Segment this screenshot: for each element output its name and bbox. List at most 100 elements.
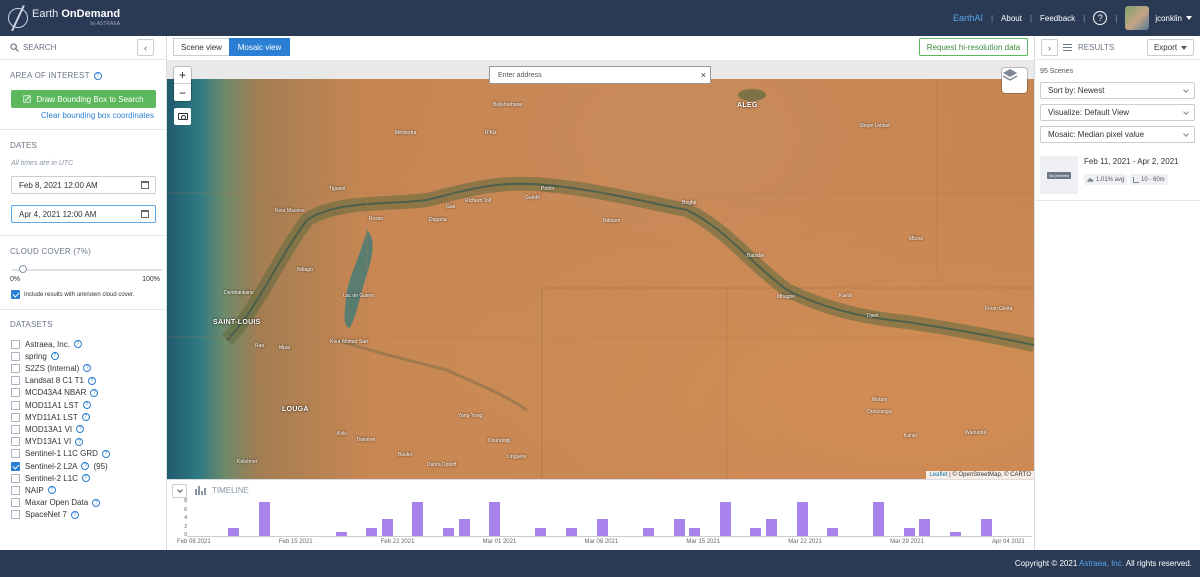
nav-earthai-link[interactable]: EarthAI xyxy=(953,13,983,23)
dataset-item[interactable]: MYD13A1 VI? xyxy=(11,436,84,448)
dataset-checkbox[interactable] xyxy=(11,388,20,398)
include-unknown-checkbox[interactable] xyxy=(11,290,20,299)
timeline-bar[interactable] xyxy=(535,527,547,536)
cloud-cover-slider-track[interactable] xyxy=(12,269,162,271)
help-icon[interactable]: ? xyxy=(50,352,59,361)
calendar-icon[interactable] xyxy=(141,210,149,218)
dataset-item[interactable]: Sentinel-1 L1C GRD? xyxy=(11,448,110,460)
timeline-bar[interactable] xyxy=(335,531,347,536)
help-icon[interactable]: ? xyxy=(70,510,79,519)
dataset-checkbox[interactable] xyxy=(11,485,20,495)
export-button[interactable]: Export xyxy=(1147,39,1194,56)
help-icon[interactable]: ? xyxy=(83,364,92,373)
dataset-item[interactable]: Sentinel-2 L1C? xyxy=(11,472,90,484)
dataset-checkbox[interactable] xyxy=(11,449,20,459)
timeline-bar[interactable] xyxy=(673,519,685,536)
help-icon[interactable]: ? xyxy=(76,425,85,434)
timeline-bar[interactable] xyxy=(458,519,470,536)
dataset-checkbox[interactable] xyxy=(11,461,20,471)
help-icon[interactable]: ? xyxy=(82,401,91,409)
timeline-bar[interactable] xyxy=(980,519,992,536)
tab-mosaic-view[interactable]: Mosaic view xyxy=(229,38,290,56)
dataset-item[interactable]: Astraea, Inc.? xyxy=(11,338,82,350)
timeline-bar[interactable] xyxy=(689,527,700,536)
zoom-out-button[interactable]: − xyxy=(174,84,191,101)
screenshot-button[interactable] xyxy=(174,108,191,125)
sort-select[interactable]: Sort by: Newest xyxy=(1040,82,1195,99)
dataset-checkbox[interactable] xyxy=(11,339,20,349)
chevron-down-icon[interactable] xyxy=(1186,16,1192,20)
layers-button[interactable] xyxy=(1002,68,1027,93)
timeline-bar[interactable] xyxy=(381,519,393,536)
timeline-bar[interactable] xyxy=(489,502,501,536)
dataset-checkbox[interactable] xyxy=(11,412,20,422)
leaflet-link[interactable]: Leaflet xyxy=(929,472,947,478)
dataset-checkbox[interactable] xyxy=(11,498,20,508)
timeline-bar[interactable] xyxy=(566,527,578,536)
help-icon[interactable]: ? xyxy=(81,462,90,470)
timeline-bar[interactable] xyxy=(642,527,654,536)
dataset-checkbox[interactable] xyxy=(11,510,20,520)
mosaic-select[interactable]: Mosaic: Median pixel value xyxy=(1040,126,1195,143)
dataset-item[interactable]: MOD13A1 VI? xyxy=(11,423,85,435)
dataset-item[interactable]: MOD11A1 LST? xyxy=(11,399,91,411)
timeline-bar[interactable] xyxy=(919,519,931,536)
help-icon[interactable]: ? xyxy=(75,437,84,446)
nav-feedback-link[interactable]: Feedback xyxy=(1040,14,1075,23)
dataset-item[interactable]: MYD11A1 LST? xyxy=(11,411,90,423)
address-search-input[interactable]: Enter address × xyxy=(489,66,711,84)
timeline-bar[interactable] xyxy=(596,519,608,536)
dataset-item[interactable]: Sentinel-2 L2A? (95) xyxy=(11,460,108,472)
dataset-checkbox[interactable] xyxy=(11,437,20,447)
timeline-bar[interactable] xyxy=(750,527,762,536)
nav-about-link[interactable]: About xyxy=(1001,14,1022,23)
clear-bbox-link[interactable]: Clear bounding box coordinates xyxy=(41,111,154,120)
dataset-item[interactable]: SpaceNet 7? xyxy=(11,509,79,521)
calendar-icon[interactable] xyxy=(141,181,149,189)
help-icon[interactable]: ? xyxy=(73,340,82,348)
user-avatar[interactable] xyxy=(1125,6,1150,30)
dataset-checkbox[interactable] xyxy=(11,473,20,483)
cloud-cover-slider-handle[interactable] xyxy=(18,265,27,273)
help-icon[interactable]: ? xyxy=(101,449,110,458)
timeline-bar[interactable] xyxy=(258,502,270,536)
dataset-checkbox[interactable] xyxy=(11,376,20,386)
collapse-sidebar-button[interactable]: ‹ xyxy=(137,39,154,56)
timeline-bar[interactable] xyxy=(796,502,808,536)
help-icon[interactable]: ? xyxy=(81,413,90,422)
user-menu[interactable]: jconklin xyxy=(1155,14,1182,23)
dataset-item[interactable]: Landsat 8 C1 T1? xyxy=(11,375,97,387)
result-card[interactable]: No preview Feb 11, 2021 - Apr 2, 2021 1.… xyxy=(1035,151,1200,201)
timeline-bar[interactable] xyxy=(873,502,885,536)
dataset-item[interactable]: Maxar Open Data? xyxy=(11,497,101,509)
timeline-toggle-button[interactable] xyxy=(172,484,187,498)
close-icon[interactable]: × xyxy=(701,70,706,80)
draw-bounding-box-button[interactable]: Draw Bounding Box to Search xyxy=(11,90,156,108)
timeline-bar[interactable] xyxy=(827,527,839,536)
help-icon[interactable]: ? xyxy=(81,474,90,483)
expand-results-button[interactable]: › xyxy=(1041,39,1058,56)
astraea-link[interactable]: Astraea, Inc. xyxy=(1079,559,1124,568)
timeline-bar[interactable] xyxy=(366,527,378,536)
timeline-bar[interactable] xyxy=(719,502,731,536)
include-unknown-row[interactable]: Include results with unknown cloud cover… xyxy=(11,290,134,299)
timeline-bar[interactable] xyxy=(904,527,916,536)
start-date-input[interactable]: Feb 8, 2021 12:00 AM xyxy=(11,176,156,194)
visualize-select[interactable]: Visualize: Default View xyxy=(1040,104,1195,121)
dataset-checkbox[interactable] xyxy=(11,424,20,434)
timeline-bar[interactable] xyxy=(412,502,424,536)
end-date-input[interactable]: Apr 4, 2021 12:00 AM xyxy=(11,205,156,223)
timeline-bar[interactable] xyxy=(443,527,455,536)
dataset-checkbox[interactable] xyxy=(11,400,20,410)
dataset-item[interactable]: S2ZS (Internal)? xyxy=(11,362,92,374)
dataset-item[interactable]: NAIP? xyxy=(11,484,56,496)
earth-ondemand-logo[interactable]: Earth OnDemand by ASTRAEA xyxy=(8,4,120,32)
help-icon[interactable]: ? xyxy=(90,388,99,397)
timeline-bar[interactable] xyxy=(765,519,777,536)
result-thumbnail[interactable]: No preview xyxy=(1040,156,1078,194)
dataset-checkbox[interactable] xyxy=(11,363,20,373)
help-icon[interactable]: ? xyxy=(92,498,101,507)
help-icon[interactable]: ? xyxy=(88,376,97,385)
tab-scene-view[interactable]: Scene view xyxy=(173,38,230,56)
help-icon[interactable]: ? xyxy=(47,486,56,495)
